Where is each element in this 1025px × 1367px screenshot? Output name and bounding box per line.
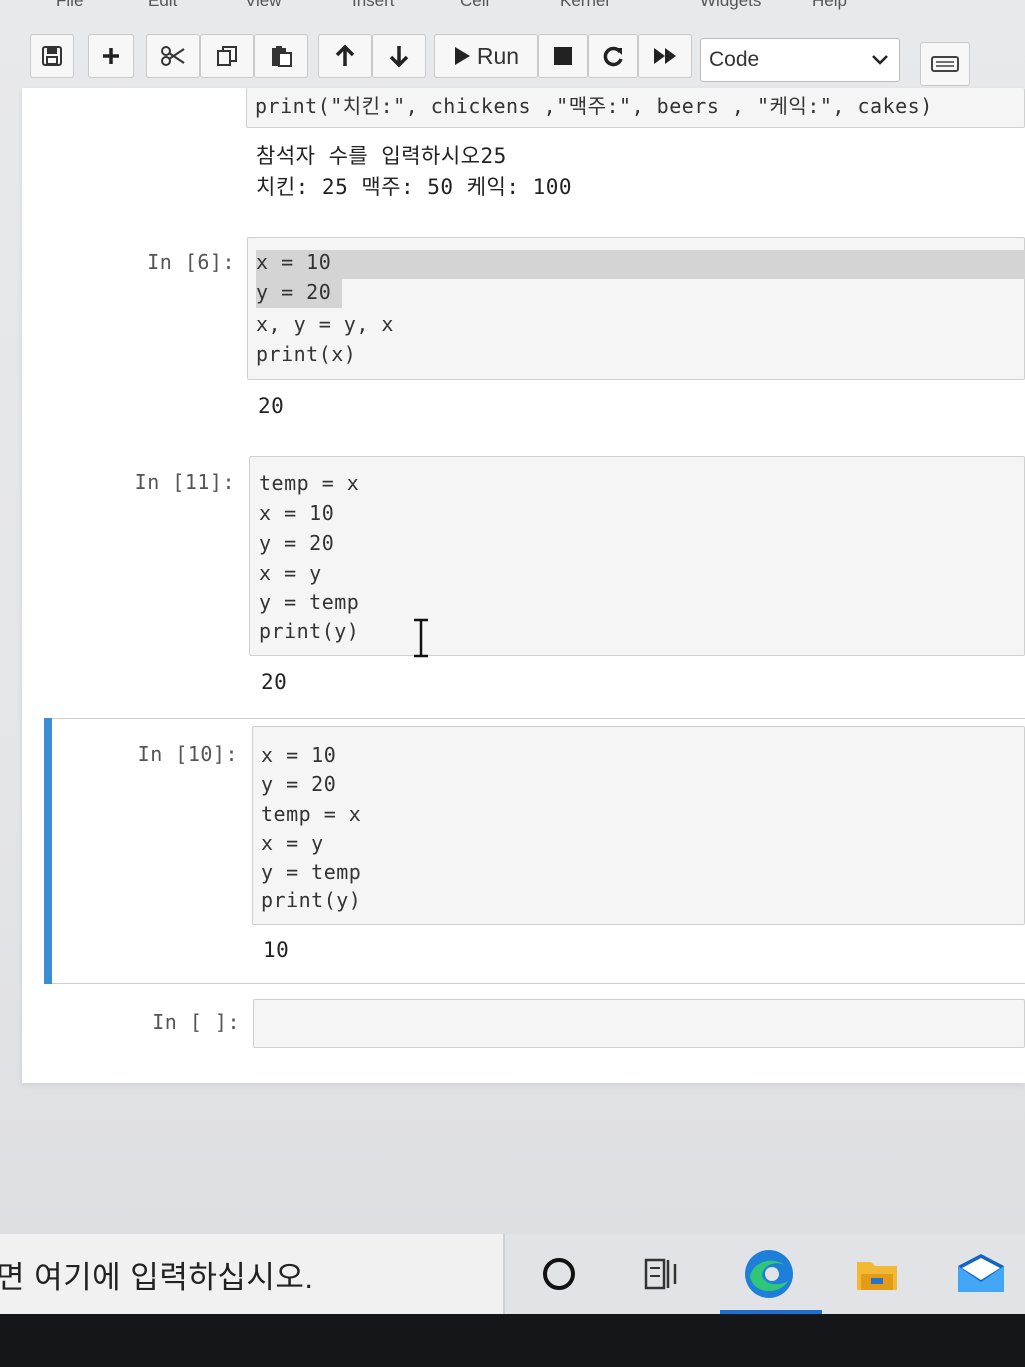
input-prompt: In [11]: [134, 470, 235, 494]
code-line: y = temp [259, 590, 360, 614]
text-cursor-icon [414, 618, 428, 658]
cortana-icon [543, 1258, 575, 1290]
arrow-down-icon [389, 46, 409, 68]
task-view-icon [644, 1258, 677, 1290]
fast-forward-icon [654, 48, 676, 64]
run-button-label: Run [476, 42, 520, 69]
code-line: temp = x [261, 802, 362, 826]
output-line: 참석자 수를 입력하시오25 [256, 144, 507, 168]
code-line: x = 10 [259, 501, 335, 525]
mail-icon [958, 1254, 1004, 1292]
code-line: y = 20 [259, 531, 335, 555]
copy-icon [217, 46, 237, 66]
menu-view[interactable]: View [245, 0, 282, 11]
code-line: y = temp [261, 860, 362, 884]
command-palette-button[interactable] [920, 42, 970, 86]
run-button[interactable]: Run [434, 34, 538, 78]
cell-type-value: Code [709, 48, 760, 71]
code-line: temp = x [259, 471, 360, 495]
code-cell-input[interactable]: x = 10 y = 20 temp = x x = y y = temp pr… [252, 726, 1025, 925]
task-view-button[interactable] [632, 1248, 690, 1300]
input-prompt: In [ ]: [152, 1010, 240, 1034]
scissors-icon [161, 46, 185, 66]
output-line: 20 [261, 670, 288, 694]
plus-icon [103, 48, 119, 64]
empty-code-cell-input[interactable] [253, 999, 1025, 1048]
code-line: y = 20 [261, 772, 337, 796]
code-cell-input[interactable]: temp = x x = 10 y = 20 x = y y = temp pr… [249, 456, 1025, 656]
code-line: x = 10 [256, 250, 332, 274]
notebook-toolbar: Run Code [20, 30, 1025, 86]
code-line: print(y) [261, 888, 362, 912]
output-line: 치킨: 25 맥주: 50 케익: 100 [256, 175, 573, 199]
output-line: 10 [263, 938, 290, 962]
code-line: x, y = y, x [256, 312, 394, 336]
input-prompt: In [6]: [147, 250, 235, 274]
menu-kernel[interactable]: Kernel [560, 0, 609, 11]
restart-run-all-button[interactable] [638, 34, 692, 78]
move-up-button[interactable] [318, 34, 372, 78]
menu-edit[interactable]: Edit [148, 0, 177, 11]
selected-cell-indicator [44, 718, 52, 984]
menu-insert[interactable]: Insert [352, 0, 395, 11]
selection-highlight [256, 250, 1025, 279]
restart-kernel-button[interactable] [588, 34, 638, 78]
menu-bar: File Edit View Insert Cell Kernel Widget… [0, 0, 1025, 14]
copy-button[interactable] [200, 34, 254, 78]
code-line: x = y [261, 831, 324, 855]
taskbar-search-box[interactable]: 면 여기에 입력하십시오. [0, 1234, 505, 1314]
insert-cell-button[interactable] [88, 34, 134, 78]
code-line: x = y [259, 561, 322, 585]
stop-icon [554, 47, 572, 65]
chevron-down-icon [872, 55, 888, 65]
menu-cell[interactable]: Cell [460, 0, 489, 11]
paste-button[interactable] [254, 34, 308, 78]
file-explorer-button[interactable] [848, 1248, 906, 1300]
code-line: print("치킨:", chickens ,"맥주:", beers , "케… [255, 94, 933, 118]
mail-button[interactable] [952, 1248, 1010, 1300]
windows-taskbar: 면 여기에 입력하십시오. [0, 1234, 1025, 1314]
code-line: print(y) [259, 619, 360, 643]
search-placeholder: 면 여기에 입력하십시오. [0, 1259, 314, 1295]
code-line: print(x) [256, 342, 357, 366]
arrow-up-icon [335, 44, 355, 66]
keyboard-icon [931, 56, 959, 72]
move-down-button[interactable] [372, 34, 426, 78]
code-line: x = 10 [261, 743, 337, 767]
monitor-bezel [0, 1314, 1025, 1367]
cut-button[interactable] [146, 34, 200, 78]
cortana-button[interactable] [530, 1248, 588, 1300]
menu-help[interactable]: Help [812, 0, 847, 11]
input-prompt: In [10]: [137, 742, 238, 766]
play-icon [454, 47, 470, 65]
clipboard-icon [272, 46, 292, 67]
code-cell-input[interactable]: print("치킨:", chickens ,"맥주:", beers , "케… [246, 88, 1025, 128]
cell-type-select[interactable]: Code [700, 38, 900, 82]
edge-button[interactable] [740, 1248, 798, 1300]
restart-icon [603, 46, 623, 67]
menu-widgets[interactable]: Widgets [700, 0, 761, 11]
floppy-disk-icon [42, 46, 62, 66]
file-explorer-icon [857, 1262, 897, 1290]
code-cell-input[interactable]: x = 10 y = 20 x, y = y, x print(x) [247, 237, 1025, 380]
output-line: 20 [258, 394, 285, 418]
code-line: y = 20 [256, 280, 332, 304]
edge-icon [745, 1250, 793, 1298]
menu-file[interactable]: File [56, 0, 83, 11]
save-button[interactable] [30, 34, 74, 78]
interrupt-kernel-button[interactable] [538, 34, 588, 78]
